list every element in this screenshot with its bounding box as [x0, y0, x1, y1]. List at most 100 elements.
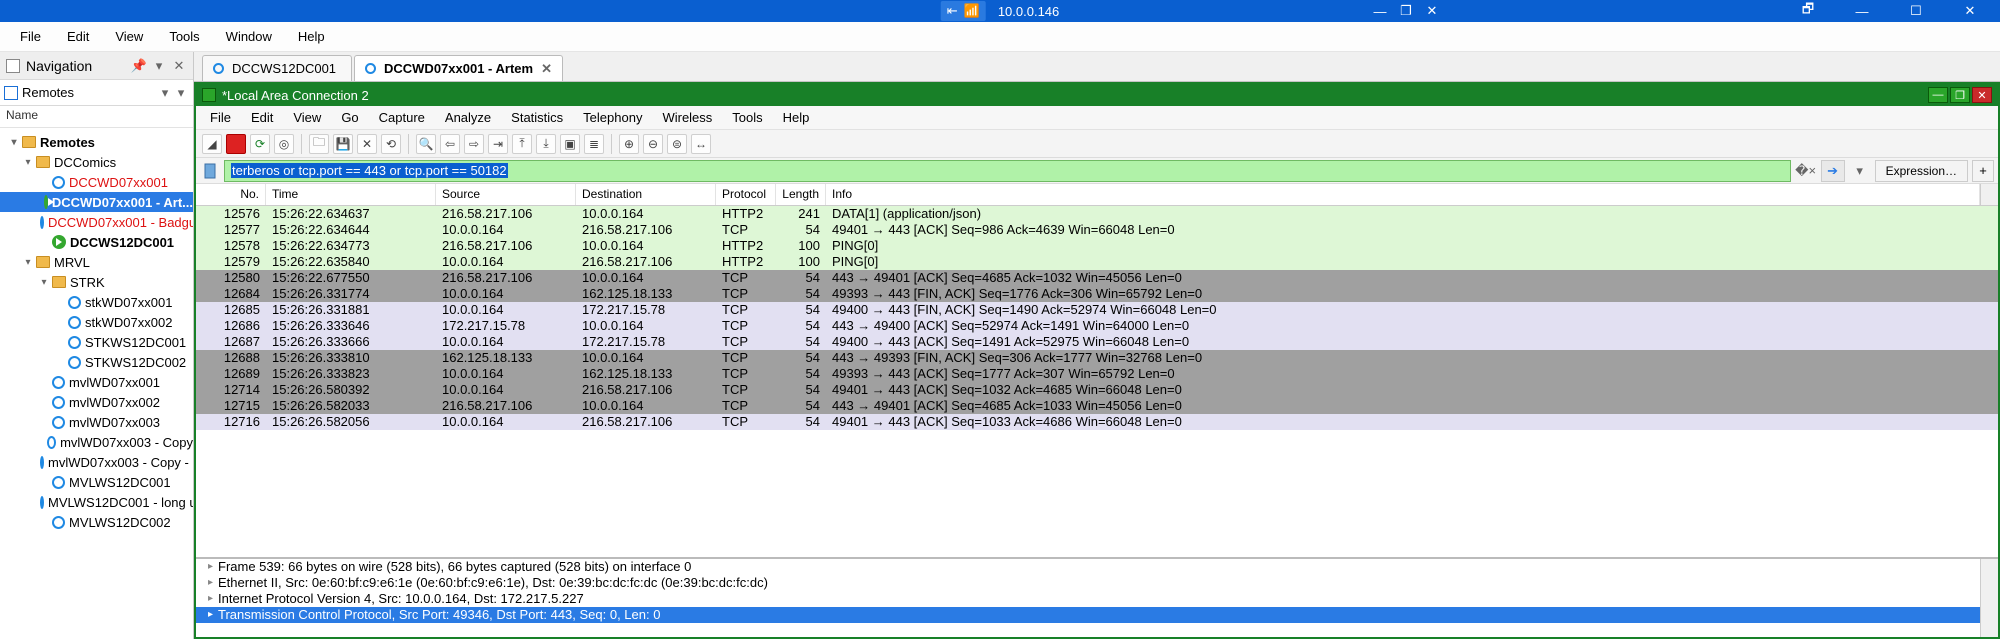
expander-icon[interactable]: ▸ — [208, 591, 218, 607]
tree-node[interactable]: ▾DCComics — [0, 152, 193, 172]
scrollbar[interactable] — [1980, 184, 1998, 205]
packet-row[interactable]: 1268915:26:26.33382310.0.0.164162.125.18… — [196, 366, 1998, 382]
expression-button[interactable]: Expression… — [1875, 160, 1968, 182]
first-icon[interactable]: ⤒ — [512, 134, 532, 154]
ws-menu-item[interactable]: Help — [773, 108, 820, 127]
ws-menu-item[interactable]: Edit — [241, 108, 283, 127]
autoscroll-icon[interactable]: ▣ — [560, 134, 580, 154]
add-filter-button[interactable]: + — [1972, 160, 1994, 182]
tree-node[interactable]: mvlWD07xx003 — [0, 412, 193, 432]
ws-minimize-icon[interactable]: — — [1928, 87, 1948, 103]
outer-minimize-icon[interactable]: — — [1844, 1, 1880, 21]
tree-node[interactable]: mvlWD07xx002 — [0, 392, 193, 412]
restart-capture-icon[interactable]: ⟳ — [250, 134, 270, 154]
chevron-down-icon[interactable]: ▾ — [173, 85, 189, 101]
forward-icon[interactable]: ⇨ — [464, 134, 484, 154]
wireshark-titlebar[interactable]: *Local Area Connection 2 — ❐ ✕ — [196, 84, 1998, 106]
col-info[interactable]: Info — [826, 184, 1980, 205]
maximize-icon[interactable]: ❐ — [1398, 3, 1414, 19]
restore-icon[interactable]: 🗗 — [1790, 1, 1826, 21]
nav-tree[interactable]: ▾Remotes▾DCComicsDCCWD07xx001DCCWD07xx00… — [0, 128, 193, 639]
ws-menu-item[interactable]: Go — [331, 108, 368, 127]
pin-icon[interactable]: ⇤ — [947, 3, 958, 19]
outer-maximize-icon[interactable]: ☐ — [1898, 1, 1934, 21]
save-icon[interactable]: 💾 — [333, 134, 353, 154]
ws-menu-item[interactable]: Analyze — [435, 108, 501, 127]
recent-filter-icon[interactable]: ▾ — [1849, 160, 1871, 182]
ws-menu-item[interactable]: View — [283, 108, 331, 127]
tree-node[interactable]: mvlWD07xx001 — [0, 372, 193, 392]
ws-close-icon[interactable]: ✕ — [1972, 87, 1992, 103]
chevron-down-icon[interactable]: ▾ — [151, 58, 167, 74]
close-panel-icon[interactable]: ✕ — [171, 58, 187, 74]
detail-line[interactable]: ▸Internet Protocol Version 4, Src: 10.0.… — [196, 591, 1998, 607]
ws-menu-item[interactable]: Capture — [369, 108, 435, 127]
tree-node[interactable]: STKWS12DC001 — [0, 332, 193, 352]
tree-node[interactable]: DCCWD07xx001 — [0, 172, 193, 192]
pin-icon[interactable]: 📌 — [131, 58, 147, 74]
apply-filter-icon[interactable]: ➔ — [1821, 160, 1845, 182]
packet-list-body[interactable]: 1257615:26:22.634637216.58.217.10610.0.0… — [196, 206, 1998, 557]
tree-node[interactable]: DCCWD07xx001 - Art... — [0, 192, 193, 212]
packet-row[interactable]: 1268615:26:26.333646172.217.15.7810.0.0.… — [196, 318, 1998, 334]
titlebar-tabs[interactable]: ⇤ 📶 — [941, 1, 986, 21]
options-icon[interactable]: ◎ — [274, 134, 294, 154]
tree-node[interactable]: MVLWS12DC002 — [0, 512, 193, 532]
zoom-out-icon[interactable]: ⊖ — [643, 134, 663, 154]
tree-node[interactable]: stkWD07xx001 — [0, 292, 193, 312]
packet-list[interactable]: No. Time Source Destination Protocol Len… — [196, 184, 1998, 557]
ws-menu-item[interactable]: Wireless — [652, 108, 722, 127]
ws-menu-item[interactable]: File — [200, 108, 241, 127]
col-time[interactable]: Time — [266, 184, 436, 205]
packet-row[interactable]: 1271615:26:26.58205610.0.0.164216.58.217… — [196, 414, 1998, 430]
tree-node[interactable]: stkWD07xx002 — [0, 312, 193, 332]
detail-line[interactable]: ▸Frame 539: 66 bytes on wire (528 bits),… — [196, 559, 1998, 575]
expander-icon[interactable]: ▾ — [22, 157, 34, 168]
start-capture-icon[interactable]: ◢ — [202, 134, 222, 154]
packet-row[interactable]: 1257615:26:22.634637216.58.217.10610.0.0… — [196, 206, 1998, 222]
tree-node[interactable]: ▾Remotes — [0, 132, 193, 152]
menu-tools[interactable]: Tools — [157, 25, 211, 48]
tree-node[interactable]: ▾STRK — [0, 272, 193, 292]
reload-icon[interactable]: ⟲ — [381, 134, 401, 154]
expander-icon[interactable]: ▾ — [22, 257, 34, 268]
last-icon[interactable]: ⤓ — [536, 134, 556, 154]
tree-node[interactable]: MVLWS12DC001 - long user — [0, 492, 193, 512]
tree-node[interactable]: DCCWD07xx001 - Badgu... — [0, 212, 193, 232]
back-icon[interactable]: ⇦ — [440, 134, 460, 154]
document-tab[interactable]: DCCWS12DC001 — [202, 55, 352, 81]
find-icon[interactable]: 🔍 — [416, 134, 436, 154]
zoom-reset-icon[interactable]: ⊜ — [667, 134, 687, 154]
bookmark-icon[interactable] — [200, 163, 220, 179]
packet-row[interactable]: 1268715:26:26.33366610.0.0.164172.217.15… — [196, 334, 1998, 350]
col-dst[interactable]: Destination — [576, 184, 716, 205]
expander-icon[interactable]: ▾ — [38, 277, 50, 288]
outer-close-icon[interactable]: ✕ — [1952, 1, 1988, 21]
menu-file[interactable]: File — [8, 25, 53, 48]
colorize-icon[interactable]: ≣ — [584, 134, 604, 154]
packet-row[interactable]: 1271415:26:26.58039210.0.0.164216.58.217… — [196, 382, 1998, 398]
ws-menu-item[interactable]: Tools — [722, 108, 772, 127]
tree-node[interactable]: MVLWS12DC001 — [0, 472, 193, 492]
menu-edit[interactable]: Edit — [55, 25, 101, 48]
tree-node[interactable]: STKWS12DC002 — [0, 352, 193, 372]
menu-window[interactable]: Window — [214, 25, 284, 48]
tree-node[interactable]: DCCWS12DC001 — [0, 232, 193, 252]
packet-row[interactable]: 1257915:26:22.63584010.0.0.164216.58.217… — [196, 254, 1998, 270]
packet-row[interactable]: 1257815:26:22.634773216.58.217.10610.0.0… — [196, 238, 1998, 254]
clear-filter-icon[interactable]: �× — [1795, 160, 1817, 182]
chevron-down-icon[interactable]: ▾ — [157, 85, 173, 101]
packet-row[interactable]: 1268415:26:26.33177410.0.0.164162.125.18… — [196, 286, 1998, 302]
tree-node[interactable]: mvlWD07xx003 - Copy — [0, 432, 193, 452]
ws-maximize-icon[interactable]: ❐ — [1950, 87, 1970, 103]
open-icon[interactable]: 🗀 — [309, 134, 329, 154]
zoom-in-icon[interactable]: ⊕ — [619, 134, 639, 154]
document-tab[interactable]: DCCWD07xx001 - Artem✕ — [354, 55, 563, 81]
detail-line[interactable]: ▸Ethernet II, Src: 0e:60:bf:c9:e6:1e (0e… — [196, 575, 1998, 591]
expander-icon[interactable]: ▸ — [208, 559, 218, 575]
minimize-icon[interactable]: — — [1372, 3, 1388, 19]
packet-row[interactable]: 1268515:26:26.33188110.0.0.164172.217.15… — [196, 302, 1998, 318]
packet-row[interactable]: 1258015:26:22.677550216.58.217.10610.0.0… — [196, 270, 1998, 286]
menu-help[interactable]: Help — [286, 25, 337, 48]
expander-icon[interactable]: ▸ — [208, 575, 218, 591]
